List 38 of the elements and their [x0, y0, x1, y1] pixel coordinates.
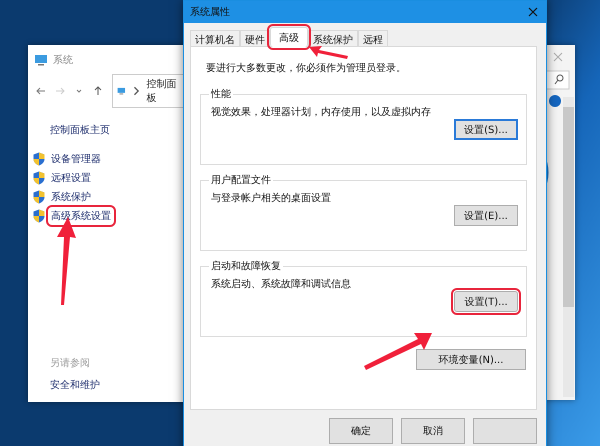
dialog-button[interactable]: 取消 — [401, 418, 465, 444]
annotation-arrow — [364, 333, 432, 370]
tab[interactable]: 远程 — [358, 30, 388, 46]
shield-icon — [33, 190, 45, 204]
settings-button[interactable]: 设置(E)... — [454, 205, 518, 226]
help-icon[interactable] — [549, 95, 561, 107]
sidebar-link[interactable]: 高级系统设置 — [49, 208, 113, 224]
sidebar-link[interactable]: 远程设置 — [49, 170, 93, 186]
group-title: 性能 — [210, 88, 232, 101]
group-title: 用户配置文件 — [210, 174, 272, 187]
group-description: 与登录帐户相关的桌面设置 — [210, 192, 332, 205]
tab[interactable]: 硬件 — [240, 30, 270, 46]
tab[interactable]: 高级 — [270, 27, 308, 47]
notice-text: 要进行大多数更改，你必须作为管理员登录。 — [206, 62, 407, 75]
scrollbar[interactable] — [563, 97, 574, 397]
annotation-arrow — [309, 46, 348, 59]
section-heading: 另请参阅 — [50, 356, 91, 370]
shield-icon — [33, 152, 45, 166]
settings-button[interactable]: 设置(T)... — [454, 291, 518, 312]
sidebar-link[interactable]: 设备管理器 — [49, 150, 103, 166]
computer-icon — [34, 54, 48, 66]
environment-variables-button[interactable]: 环境变量(N)... — [416, 349, 526, 370]
dialog-title: 系统属性 — [190, 6, 230, 19]
tab[interactable]: 计算机名 — [190, 30, 240, 46]
tab[interactable]: 系统保护 — [308, 30, 358, 46]
shield-icon — [33, 208, 45, 222]
up-icon[interactable] — [93, 86, 103, 96]
window-title: 系统 — [53, 54, 73, 67]
dialog-button[interactable]: 确定 — [329, 418, 393, 444]
group-title: 启动和故障恢复 — [210, 260, 282, 273]
shield-icon — [33, 170, 45, 184]
close-icon[interactable] — [528, 7, 538, 17]
sidebar-link[interactable]: 安全和维护 — [50, 378, 100, 392]
group-description: 系统启动、系统故障和调试信息 — [210, 278, 352, 291]
settings-button[interactable]: 设置(S)... — [454, 119, 518, 140]
sidebar-link[interactable]: 系统保护 — [49, 188, 93, 204]
group-description: 视觉效果，处理器计划，内存使用，以及虚拟内存 — [210, 106, 432, 119]
back-icon[interactable] — [36, 86, 46, 96]
